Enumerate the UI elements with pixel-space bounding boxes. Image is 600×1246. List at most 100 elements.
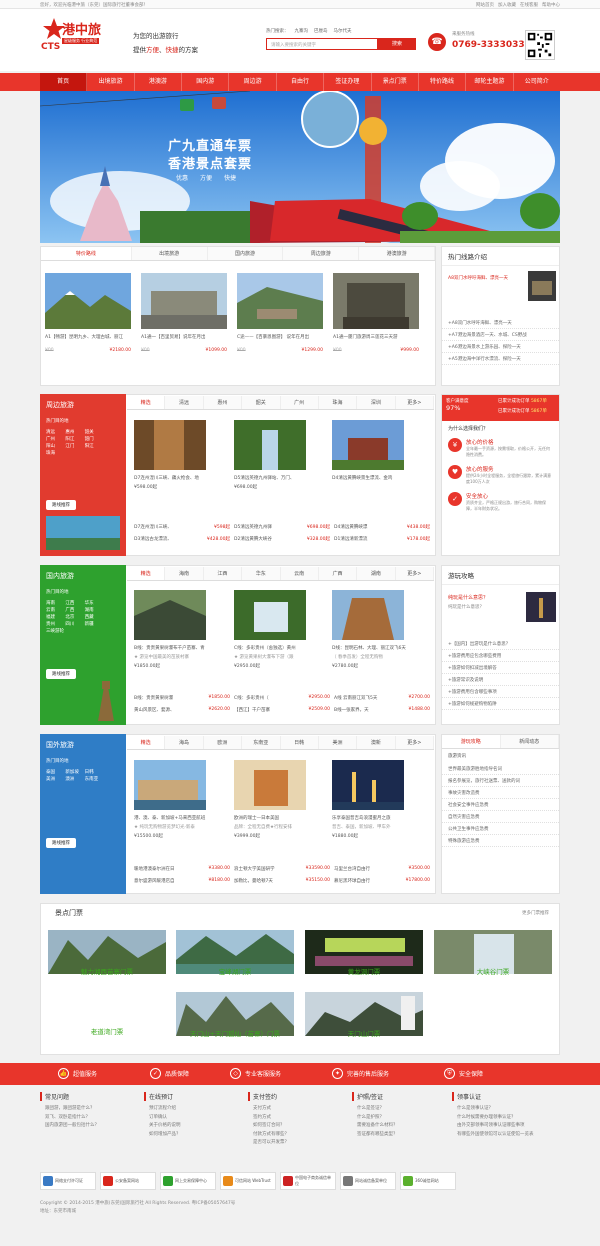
tab-region[interactable]: 云南 — [280, 567, 319, 580]
footer-link[interactable]: 跟团游，跟团游是什么？ — [40, 1105, 140, 1114]
city-link[interactable]: 江门 — [65, 443, 84, 450]
tab-city[interactable]: 惠州 — [203, 396, 243, 409]
tab-city[interactable]: 深圳 — [357, 396, 396, 409]
tab-more[interactable]: 更多> — [395, 736, 434, 749]
footer-link[interactable]: 关于价格的说明 — [144, 1122, 244, 1131]
nav-domestic[interactable]: 国内游 — [182, 73, 230, 91]
tab-region[interactable]: 海岛 — [165, 736, 204, 749]
footer-link[interactable]: 是否可以开发票？ — [248, 1139, 348, 1148]
logo-text[interactable]: 港中旅 — [62, 19, 101, 38]
top-link-help[interactable]: 帮助中心 — [542, 2, 560, 8]
tab-region[interactable]: 江西 — [203, 567, 243, 580]
route-item[interactable]: D4清远黄腾峡漂 ¥438.00起 — [334, 524, 430, 530]
hot-search-item[interactable]: 九寨沟 — [295, 28, 309, 34]
ticket-card[interactable]: 魅力湘西苗寨门票 — [48, 930, 166, 976]
nearby-recommend-button[interactable]: 路线推荐 — [46, 500, 76, 510]
route-item[interactable]: 加勒比，曼哈顿7天 ¥35150.00 — [234, 878, 330, 884]
ticket-card[interactable]: 大峡谷门票 — [434, 930, 552, 976]
ticket-card[interactable]: 宝峰湖门票 — [176, 930, 294, 976]
tab-region[interactable]: 海南 — [165, 567, 204, 580]
route-item[interactable]: B线一张家界，天 ¥1488.00 — [334, 707, 430, 713]
route-item[interactable]: 暖地港澳泰尔洲在日 ¥3380.00 — [134, 866, 230, 872]
route-item[interactable]: 【西江】千户苗寨 ¥2509.00 — [234, 707, 330, 713]
hot-route-feature[interactable]: A8双门水呼吁海鲜、漂亮一天 — [448, 275, 508, 282]
trust-badge[interactable]: 网站诚信备案单位 — [340, 1172, 396, 1190]
product-card[interactable]: B线：贵贵黄果树瀑布千户苗寨、青 ★ 游览中国最美的苗族村寨 ¥1850.00起 — [134, 590, 226, 669]
city-link[interactable]: 云南 — [46, 607, 65, 614]
product-card[interactable]: A1通一厦门旅游周三莲花三天游 ¥00 ¥999.00 — [333, 273, 419, 353]
top-link-favorite[interactable]: 加入收藏 — [498, 2, 516, 8]
hot-search-item[interactable]: 马尔代夫 — [334, 28, 352, 34]
route-item[interactable]: 黄山风景区、婺源、 ¥2620.00 — [134, 707, 230, 713]
ticket-card[interactable]: 天门山门票 — [305, 992, 423, 1038]
footer-link[interactable]: 支付方式 — [248, 1105, 348, 1114]
footer-link[interactable]: 什么是签证？ — [352, 1105, 452, 1114]
city-link[interactable]: 阳江 — [85, 443, 104, 450]
hot-search-item[interactable]: 巴厘岛 — [314, 28, 328, 34]
footer-link[interactable]: 签约方式 — [248, 1114, 348, 1123]
news-item[interactable]: 社会安全事件应急费 — [442, 799, 559, 811]
nav-hkmacau[interactable]: 港澳游 — [135, 73, 183, 91]
tab-city[interactable]: 珠海 — [318, 396, 358, 409]
strategy-feature-title[interactable]: 纯玩是什么意思？ — [448, 594, 488, 601]
city-link[interactable]: 湖南 — [85, 607, 104, 614]
tab-region[interactable]: 湖南 — [357, 567, 396, 580]
route-item[interactable]: B线：贵贵黄果树瀑 ¥1850.00 — [134, 695, 230, 701]
city-link[interactable]: 日韩 — [85, 769, 104, 776]
trust-badge[interactable]: 网上交易保障中心 — [160, 1172, 216, 1190]
city-link[interactable]: 广州 — [46, 436, 65, 443]
product-card[interactable]: 欧洲的瑞士—日本美国 品牌：全程无自费★行程安排 ¥3999.00起 — [234, 760, 326, 839]
city-link[interactable]: 北京 — [65, 614, 84, 621]
product-card[interactable]: D5清远英德九州驿站、万门、 ¥698.00起 — [234, 420, 322, 490]
city-link[interactable]: 江西 — [65, 600, 84, 607]
city-link[interactable]: 西藏 — [85, 614, 104, 621]
search-button[interactable]: 搜索 — [378, 38, 416, 50]
nav-outbound[interactable]: 出境旅游 — [87, 73, 135, 91]
international-recommend-button[interactable]: 路线推荐 — [46, 838, 76, 848]
strategy-item[interactable]: +旅游如何规避购物陷阱 — [442, 698, 559, 710]
tab-region[interactable]: 东南亚 — [242, 736, 281, 749]
nav-home[interactable]: 首页 — [40, 73, 88, 91]
tab-news[interactable]: 新闻动态 — [500, 735, 559, 748]
footer-link[interactable]: 什么是护照？ — [352, 1114, 452, 1123]
tab-special[interactable]: 特价路线 — [41, 247, 132, 260]
strategy-item[interactable]: +【国内】出游玩是什么意思？ — [442, 638, 559, 650]
tab-city[interactable]: 韶关 — [242, 396, 281, 409]
trust-badge[interactable]: 360诚信网站 — [400, 1172, 456, 1190]
footer-link[interactable]: 有哪些外国使领馆可以认证使馆一览表 — [452, 1131, 560, 1140]
route-item[interactable]: D1清远清新漂流 ¥178.00起 — [334, 536, 430, 542]
tickets-more-link[interactable]: 更多门票推荐 — [522, 910, 549, 916]
product-card[interactable]: C途——【百暴恩图游】 说年在月出 ¥00 ¥1299.00 — [237, 273, 323, 353]
domestic-recommend-button[interactable]: 路线推荐 — [46, 669, 76, 679]
route-item[interactable]: C线：多彩贵州（ ¥2950.00 — [234, 695, 330, 701]
tab-hkmacau[interactable]: 港澳旅游 — [359, 247, 436, 260]
city-link[interactable]: 东南亚 — [85, 776, 104, 783]
nav-visa[interactable]: 签证办理 — [324, 73, 372, 91]
city-link[interactable]: 福建 — [46, 614, 65, 621]
trust-badge[interactable]: 公安备案网站 — [100, 1172, 156, 1190]
route-item[interactable]: D7连州湟川三峡、 ¥598起 — [134, 524, 230, 530]
footer-link[interactable]: 订单确认 — [144, 1114, 244, 1123]
news-item[interactable]: 自然灾害应急费 — [442, 811, 559, 823]
tab-city[interactable]: 清远 — [165, 396, 204, 409]
product-card[interactable]: A1【畅游】昆明九乡、大理古城、丽江 ¥00 ¥2180.00 — [45, 273, 131, 353]
ticket-card[interactable]: 黄龙洞门票 — [305, 930, 423, 976]
tab-featured[interactable]: 精选 — [127, 396, 166, 409]
route-item[interactable]: 马里兰台湾自由行 ¥3500.00 — [334, 866, 430, 872]
product-card[interactable]: D线：昆明石林、大理、丽江双飞6天 （ 春季首发）全程无购物 ¥2780.00起 — [332, 590, 428, 669]
city-link[interactable]: 海南 — [46, 600, 65, 607]
nav-free-travel[interactable]: 自由行 — [277, 73, 325, 91]
nav-tickets[interactable]: 景点门票 — [372, 73, 419, 91]
city-link[interactable]: 清远 — [46, 429, 65, 436]
top-link-service[interactable]: 在线客服 — [520, 2, 538, 8]
search-input[interactable]: 请输入要搜索的关键字 — [266, 38, 378, 50]
product-card[interactable]: 港、澳、泰、新加坡+马来西亚航班 ★ 纯玩无购物游览梦幻光·新泰 ¥15500.… — [134, 760, 226, 839]
footer-link[interactable]: 国内旅游团一般包括什么？ — [40, 1122, 140, 1131]
city-link[interactable]: 惠州 — [65, 429, 84, 436]
strategy-item[interactable]: +旅游常识及说明 — [442, 674, 559, 686]
news-item[interactable]: 事故灾害改造费 — [442, 787, 559, 799]
hot-route-item[interactable]: +A5港边海中洋行水漂流、探险一天 — [442, 353, 559, 365]
footer-link[interactable]: 什么时候需要办理领事认证？ — [452, 1114, 560, 1123]
nav-special-routes[interactable]: 特价路线 — [419, 73, 467, 91]
hero-banner[interactable]: 广九直通车票 香港景点套票 优惠 方便 快捷 — [40, 91, 560, 243]
